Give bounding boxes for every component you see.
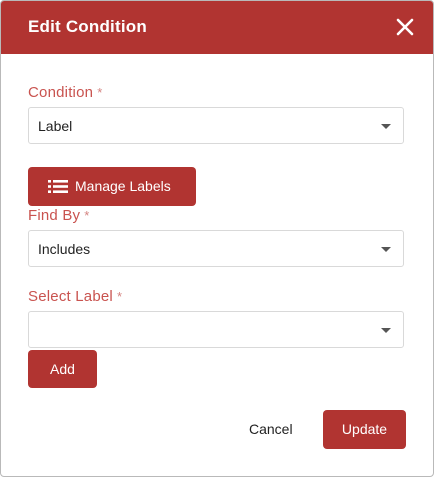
required-mark: * (97, 85, 103, 100)
required-mark: * (116, 289, 123, 304)
add-button[interactable]: Add (28, 350, 97, 388)
chevron-down-icon (381, 247, 391, 252)
update-button[interactable]: Update (323, 410, 406, 449)
find-by-label: Find By * (28, 207, 90, 224)
edit-condition-dialog: Edit Condition Condition * Label Manage … (0, 0, 434, 477)
select-label-label: Select Label * (28, 288, 122, 305)
condition-label-text: Condition (28, 84, 94, 101)
select-label-select[interactable] (28, 311, 404, 348)
dialog-header: Edit Condition (1, 1, 433, 54)
dialog-title: Edit Condition (28, 17, 147, 36)
find-by-label-text: Find By (28, 207, 81, 224)
manage-labels-button[interactable]: Manage Labels (28, 167, 196, 206)
condition-label: Condition * (28, 84, 102, 101)
select-label-label-text: Select Label (28, 288, 113, 305)
find-by-select[interactable]: Includes (28, 230, 404, 267)
manage-labels-button-label: Manage Labels (75, 178, 171, 194)
required-mark: * (84, 208, 90, 223)
close-icon[interactable] (394, 16, 416, 38)
chevron-down-icon (381, 124, 391, 129)
chevron-down-icon (381, 328, 391, 333)
find-by-select-value: Includes (38, 241, 91, 257)
cancel-button[interactable]: Cancel (249, 421, 293, 437)
condition-select-value: Label (38, 118, 73, 134)
list-icon (48, 180, 68, 196)
condition-select[interactable]: Label (28, 107, 404, 144)
